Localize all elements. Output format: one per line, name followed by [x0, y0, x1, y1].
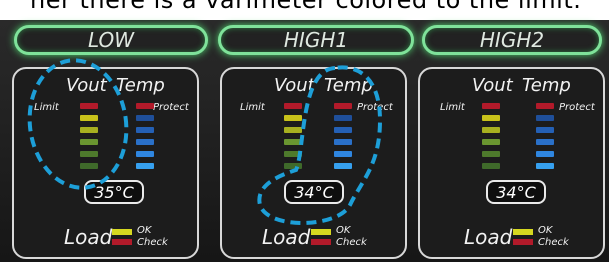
- vout-header: Vout: [472, 75, 513, 96]
- temperature-readout: 35°C: [84, 180, 144, 204]
- vout-segment: [80, 115, 98, 121]
- check-label: Check: [538, 237, 569, 248]
- status-card-high1: Vout Temp Limit Protect 34°C Load OK Che…: [220, 67, 407, 259]
- temp-header: Temp: [116, 75, 165, 96]
- limit-label: Limit: [34, 102, 59, 113]
- load-label: Load: [464, 225, 513, 249]
- temp-segment: [334, 103, 352, 109]
- check-indicator: [112, 239, 132, 245]
- temp-segment: [334, 139, 352, 145]
- vout-segment: [284, 163, 302, 169]
- temp-segment: [136, 115, 154, 121]
- ok-indicator: [112, 229, 132, 235]
- protect-label: Protect: [559, 102, 595, 113]
- temp-segment: [334, 115, 352, 121]
- vout-segment: [80, 139, 98, 145]
- temp-segment: [536, 127, 554, 133]
- check-indicator: [311, 239, 331, 245]
- vout-segment: [80, 151, 98, 157]
- vout-header: Vout: [274, 75, 315, 96]
- caption-text: ner there is a varimeter colored to the …: [30, 0, 582, 14]
- vout-segment: [482, 103, 500, 109]
- ok-indicator: [513, 229, 533, 235]
- caption-strip: ner there is a varimeter colored to the …: [0, 0, 609, 20]
- ok-indicator: [311, 229, 331, 235]
- vout-segment: [482, 127, 500, 133]
- load-label: Load: [262, 225, 311, 249]
- temp-segment: [136, 127, 154, 133]
- mode-button-low[interactable]: LOW: [14, 25, 208, 55]
- check-label: Check: [336, 237, 367, 248]
- vout-header: Vout: [66, 75, 107, 96]
- mode-button-high1[interactable]: HIGH1: [218, 25, 414, 55]
- vout-segment: [482, 139, 500, 145]
- temperature-readout: 34°C: [486, 180, 546, 204]
- temp-segment: [136, 103, 154, 109]
- temp-segment: [536, 139, 554, 145]
- protect-label: Protect: [153, 102, 189, 113]
- temp-segment: [536, 163, 554, 169]
- vout-segment: [80, 103, 98, 109]
- vout-segment: [284, 127, 302, 133]
- limit-label: Limit: [240, 102, 265, 113]
- protect-label: Protect: [357, 102, 393, 113]
- ok-label: OK: [538, 225, 553, 236]
- vout-segment: [482, 151, 500, 157]
- vout-segment: [284, 115, 302, 121]
- temp-segment: [136, 163, 154, 169]
- temp-segment: [334, 127, 352, 133]
- load-label: Load: [64, 225, 113, 249]
- check-indicator: [513, 239, 533, 245]
- status-card-high2: Vout Temp Limit Protect 34°C Load OK Che…: [418, 67, 605, 259]
- vout-segment: [284, 103, 302, 109]
- vout-segment: [80, 127, 98, 133]
- vout-segment: [284, 139, 302, 145]
- vout-segment: [482, 163, 500, 169]
- ok-label: OK: [336, 225, 351, 236]
- ok-label: OK: [137, 225, 152, 236]
- temp-segment: [334, 163, 352, 169]
- temp-segment: [334, 151, 352, 157]
- status-card-low: Vout Temp Limit Protect 35°C Load OK Che…: [12, 67, 199, 259]
- temp-header: Temp: [324, 75, 373, 96]
- vout-segment: [482, 115, 500, 121]
- temp-segment: [136, 151, 154, 157]
- temp-header: Temp: [522, 75, 571, 96]
- temp-segment: [536, 115, 554, 121]
- limit-label: Limit: [440, 102, 465, 113]
- check-label: Check: [137, 237, 168, 248]
- vout-segment: [284, 151, 302, 157]
- temperature-readout: 34°C: [284, 180, 344, 204]
- mode-button-high2[interactable]: HIGH2: [422, 25, 602, 55]
- vout-segment: [80, 163, 98, 169]
- temp-segment: [536, 151, 554, 157]
- temp-segment: [536, 103, 554, 109]
- temp-segment: [136, 139, 154, 145]
